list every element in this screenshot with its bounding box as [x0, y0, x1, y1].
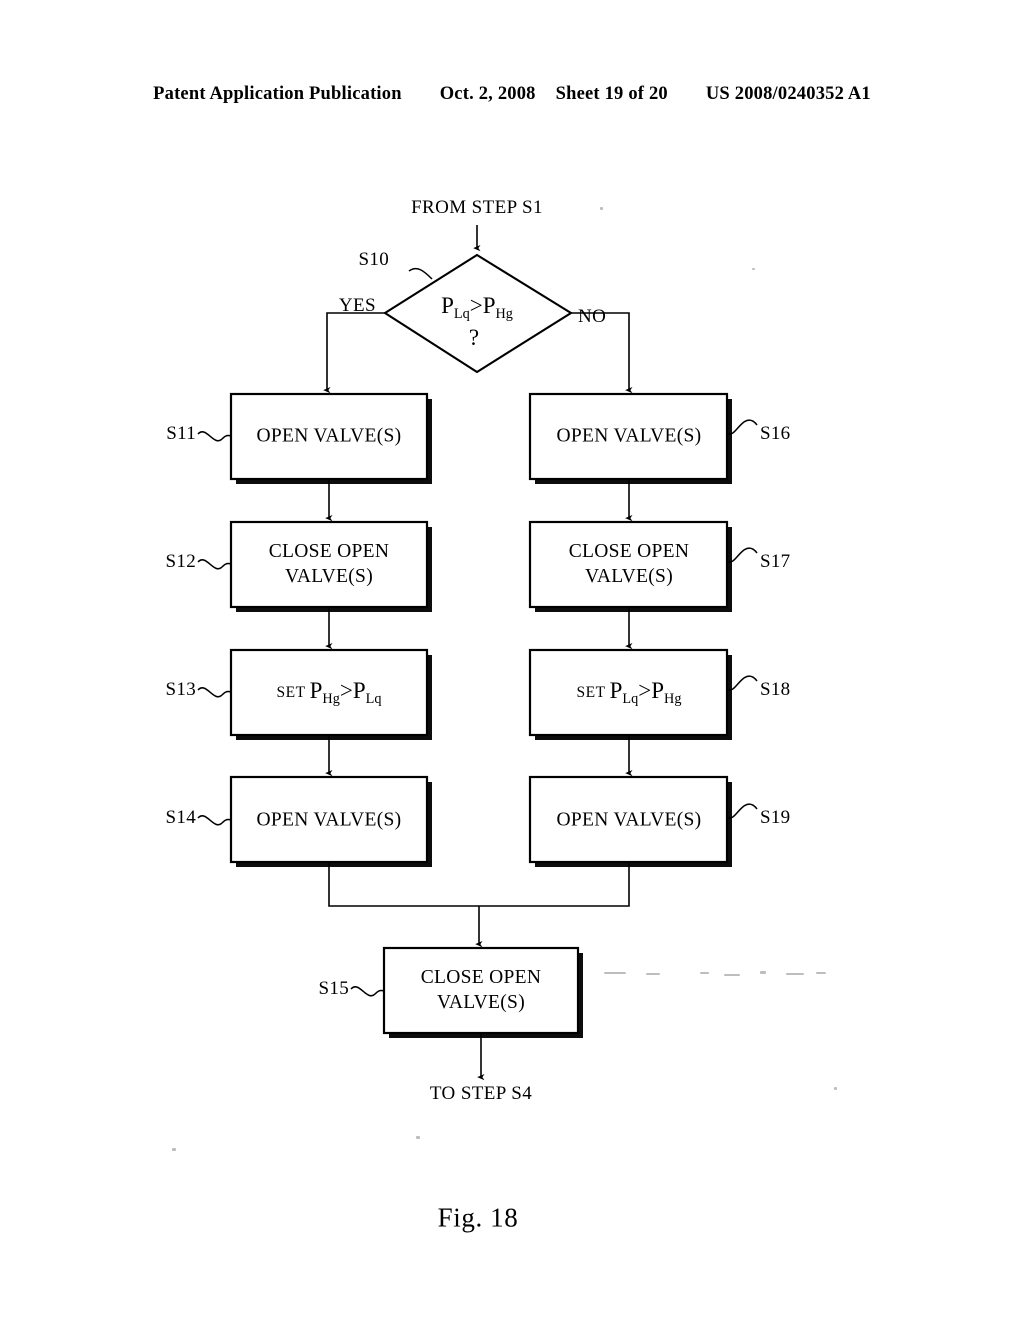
branch-label-yes: YES	[338, 295, 376, 316]
step-id-s15: S15	[318, 978, 349, 999]
scan-speck	[760, 971, 766, 974]
process-label-s13-rhs: P	[352, 678, 366, 704]
process-label-s17: CLOSE OPEN VALVE(S)	[569, 540, 690, 590]
decision-expression: PLq>PHg	[441, 293, 513, 323]
step-id-s13: S13	[165, 679, 196, 700]
step-id-s19: S19	[760, 807, 791, 828]
scan-speck	[816, 972, 826, 974]
decision-question-mark: ?	[468, 325, 480, 350]
process-label-s14: OPEN VALVE(S)	[257, 809, 402, 834]
step-id-s14: S14	[165, 807, 196, 828]
process-label-s13-rhs-sub: Lq	[365, 690, 382, 707]
connector-yes-branch	[323, 312, 385, 394]
process-label-s18-rhs-sub: Hg	[664, 690, 682, 707]
scan-speck	[416, 1136, 420, 1139]
decision-expression-rhs-sub: Hg	[495, 305, 513, 322]
process-label-s11-line1: OPEN VALVE(S)	[256, 425, 402, 447]
process-label-s18-lhs: P	[609, 678, 623, 704]
scan-speck	[752, 268, 755, 270]
entry-terminal-label: FROM STEP S1	[411, 197, 543, 218]
figure-caption: Fig. 18	[437, 1202, 519, 1233]
scan-speck	[786, 973, 804, 975]
process-label-s18-prefix: SET	[576, 684, 606, 702]
scan-speck	[600, 207, 603, 210]
process-label-s14-line1: OPEN VALVE(S)	[256, 809, 402, 831]
scan-speck	[604, 972, 626, 974]
connector-merge-bus	[328, 862, 630, 907]
process-label-s18: SET PLq>PHg	[577, 678, 682, 708]
process-label-s17-line1: CLOSE OPEN	[568, 541, 690, 563]
step-id-s18: S18	[760, 679, 791, 700]
process-label-s12-line2: VALVE(S)	[285, 566, 373, 587]
process-label-s17-line2: VALVE(S)	[585, 566, 673, 587]
process-label-s15-line2: VALVE(S)	[437, 992, 525, 1013]
scan-speck	[646, 973, 660, 975]
process-label-s19: OPEN VALVE(S)	[557, 809, 702, 834]
process-label-s18-lhs-sub: Lq	[622, 690, 639, 707]
step-id-s17: S17	[760, 551, 791, 572]
process-label-s11: OPEN VALVE(S)	[257, 425, 402, 450]
scan-speck	[834, 1087, 837, 1090]
decision-expression-lhs-sub: Lq	[453, 305, 470, 322]
process-label-s12: CLOSE OPEN VALVE(S)	[269, 540, 390, 590]
scan-speck	[172, 1148, 176, 1151]
process-label-s12-line1: CLOSE OPEN	[268, 541, 390, 563]
step-id-s12: S12	[165, 551, 196, 572]
process-label-s13: SET PHg>PLq	[277, 678, 382, 708]
process-label-s13-lhs-sub: Hg	[322, 690, 340, 707]
process-label-s16: OPEN VALVE(S)	[557, 425, 702, 450]
decision-expression-rhs: P	[482, 293, 496, 319]
process-label-s18-operator: >	[638, 678, 652, 704]
process-label-s16-line1: OPEN VALVE(S)	[556, 425, 702, 447]
step-id-s10: S10	[358, 249, 389, 270]
process-label-s15-line1: CLOSE OPEN	[420, 967, 542, 989]
process-label-s13-lhs: P	[309, 678, 323, 704]
decision-expression-lhs: P	[441, 293, 454, 319]
flowchart-figure: FROM STEP S1 TO STEP S4 S10 YES NO PLq>P…	[0, 0, 1024, 1320]
branch-label-no: NO	[578, 306, 607, 327]
process-label-s15: CLOSE OPEN VALVE(S)	[421, 966, 542, 1016]
scan-speck	[724, 974, 740, 976]
process-label-s19-line1: OPEN VALVE(S)	[556, 809, 702, 831]
process-label-s18-rhs: P	[651, 678, 665, 704]
process-label-s13-prefix: SET	[276, 684, 306, 702]
scan-speck	[700, 972, 709, 974]
decision-expression-operator: >	[469, 293, 483, 319]
leader-lines	[197, 267, 758, 997]
process-label-s13-operator: >	[339, 678, 353, 704]
step-id-s11: S11	[166, 423, 196, 444]
step-id-s16: S16	[760, 423, 791, 444]
exit-terminal-label: TO STEP S4	[429, 1083, 533, 1104]
